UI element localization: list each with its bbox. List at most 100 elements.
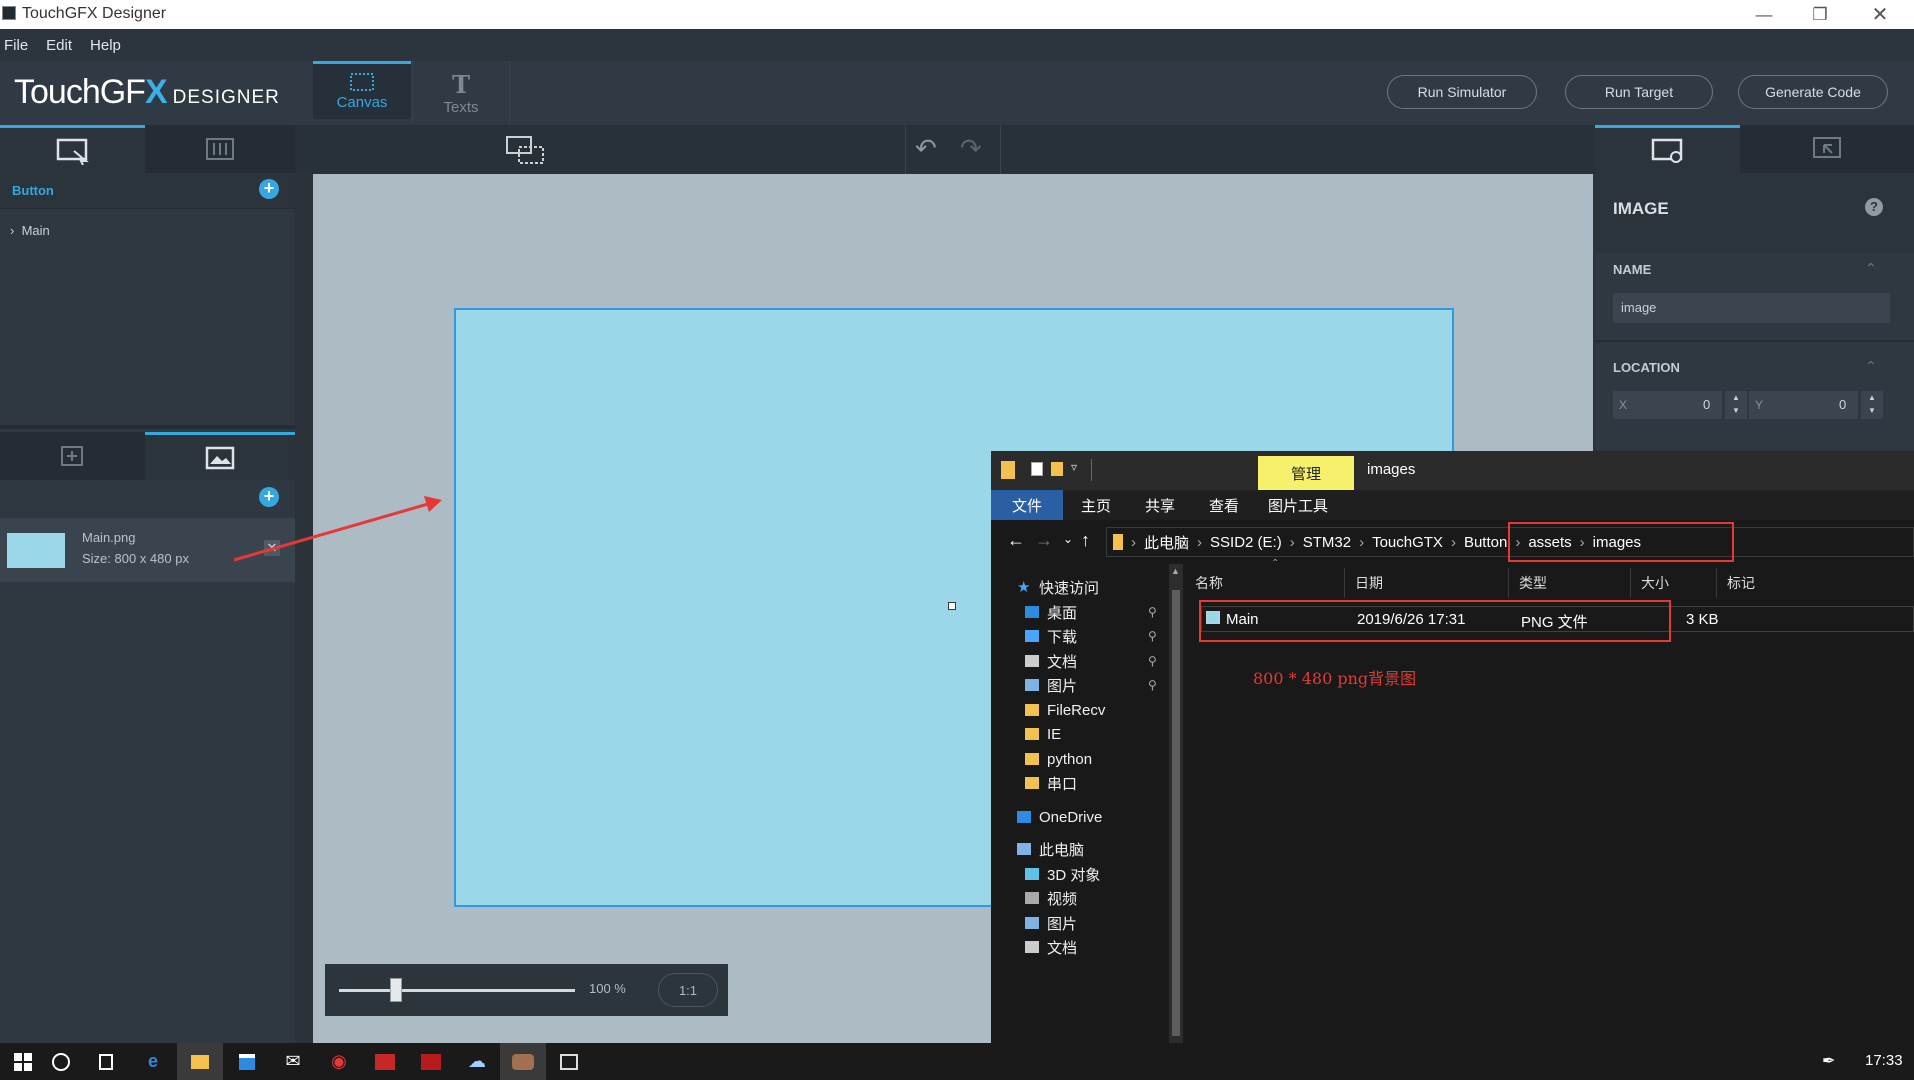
cloud-icon[interactable]: ☁ [454,1043,500,1080]
qat-dropdown-icon[interactable]: ▿ [1071,460,1077,474]
screen-layer-icon[interactable] [505,135,545,170]
tab-widgets[interactable] [0,432,145,480]
menu-edit[interactable]: Edit [46,37,72,54]
tab-screens[interactable] [0,125,145,173]
nav-item[interactable]: 3D 对象 [991,861,1169,887]
col-size[interactable]: 大小 [1631,568,1717,598]
tab-texts-label: Texts [443,99,479,116]
tab-widget-properties[interactable] [1595,125,1740,173]
edge-icon[interactable]: e [130,1043,176,1080]
properties-icon[interactable] [1031,462,1043,476]
restore-button[interactable]: ❐ [1792,0,1848,29]
nav-item[interactable]: FileRecv [991,697,1169,723]
nav-item[interactable]: 图片 ⚲ [991,672,1169,698]
name-label: NAME [1613,262,1652,277]
collapse-location-icon[interactable]: ⌃ [1865,358,1877,375]
menu-help[interactable]: Help [90,37,121,54]
crumb-button[interactable]: Button [1464,534,1507,551]
nav-item[interactable]: 串口 [991,770,1169,796]
nav-scrollbar[interactable]: ▲ [1169,564,1183,1043]
up-icon[interactable]: ↑ [1081,530,1090,551]
col-name[interactable]: 名称 [1185,568,1345,598]
nav-item[interactable]: 视频 [991,885,1169,911]
crumb-drive[interactable]: SSID2 (E:) [1210,534,1282,551]
ribbon-tab-file[interactable]: 文件 [991,490,1063,520]
forward-icon[interactable]: → [1035,530,1053,551]
image-section-header: IMAGE ? [1595,173,1914,253]
zoom-reset-button[interactable]: 1:1 [658,973,718,1007]
crumb-touchgtx[interactable]: TouchGTX [1372,534,1443,551]
nav-item-label: FileRecv [1047,701,1106,719]
pen-icon[interactable]: ✒ [1822,1051,1835,1071]
ribbon-tab-home[interactable]: 主页 [1063,495,1129,516]
collapse-name-icon[interactable]: ⌃ [1865,260,1877,277]
redo-icon[interactable]: ↷ [960,133,982,164]
x-input[interactable]: X 0 [1613,391,1722,419]
pin-icon[interactable]: ⚲ [1148,654,1157,668]
help-icon[interactable]: ? [1865,198,1883,216]
pin-icon[interactable]: ⚲ [1148,605,1157,619]
pin-icon[interactable]: ⚲ [1148,678,1157,692]
netease-music-icon[interactable]: ◉ [316,1043,362,1080]
crumb-stm32[interactable]: STM32 [1303,534,1351,551]
clock-time: 17:33 [1865,1052,1903,1069]
nav-item[interactable]: 文档 ⚲ [991,648,1169,674]
nav-item[interactable]: IE [991,721,1169,747]
nav-item[interactable]: 图片 [991,910,1169,936]
app-red-icon[interactable] [362,1043,408,1080]
nav-item[interactable]: python [991,746,1169,772]
store-icon[interactable] [224,1043,270,1080]
zoom-track[interactable] [339,989,575,992]
cube-icon [1025,868,1039,880]
tab-texts[interactable]: T Texts [412,61,510,125]
add-screen-button[interactable]: + [259,179,279,199]
tab-images[interactable] [145,432,295,480]
app-photo-icon[interactable] [500,1043,546,1080]
tab-interactions[interactable] [1740,125,1914,173]
nav-item[interactable]: 下载 ⚲ [991,623,1169,649]
tree-item-main[interactable]: › Main [10,223,50,238]
zoom-slider-thumb[interactable] [389,978,402,1002]
name-input[interactable]: image [1613,293,1890,323]
nav-item[interactable]: 此电脑 [991,836,1169,862]
image-icon [205,446,235,469]
y-stepper[interactable]: ▲ ▼ [1861,391,1883,419]
search-icon[interactable] [38,1043,84,1080]
undo-icon[interactable]: ↶ [915,133,937,164]
nav-item[interactable]: 文档 [991,934,1169,960]
explorer-ribbon: 文件 主页 共享 查看 图片工具 [991,490,1914,520]
nav-item-label: 快速访问 [1039,579,1100,597]
ribbon-tab-view[interactable]: 查看 [1191,495,1257,516]
close-button[interactable]: ✕ [1852,0,1908,29]
app-atk-icon[interactable] [408,1043,454,1080]
manage-tab[interactable]: 管理 [1258,456,1354,490]
task-view-icon[interactable] [83,1043,129,1080]
pin-icon[interactable]: ⚲ [1148,629,1157,643]
ribbon-tab-picture-tools[interactable]: 图片工具 [1257,495,1339,516]
col-tags[interactable]: 标记 [1717,568,1914,598]
canvas-toolbar: ↶ ↷ [295,125,1595,174]
tab-canvas[interactable]: Canvas [313,61,411,119]
x-stepper[interactable]: ▲ ▼ [1725,391,1747,419]
generate-code-button[interactable]: Generate Code [1738,75,1888,109]
recent-dropdown-icon[interactable]: ⌄ [1063,532,1073,546]
col-date[interactable]: 日期 [1345,568,1509,598]
col-type[interactable]: 类型 [1509,568,1631,598]
mail-icon[interactable]: ✉ [270,1043,316,1080]
selection-handle[interactable] [948,602,956,610]
nav-item[interactable]: OneDrive [991,804,1169,830]
nav-item[interactable]: ★ 快速访问 [991,574,1169,600]
new-folder-icon[interactable] [1051,462,1063,476]
run-target-button[interactable]: Run Target [1565,75,1713,109]
crumb-pc[interactable]: 此电脑 [1144,532,1189,553]
menu-file[interactable]: File [4,37,28,54]
ribbon-tab-share[interactable]: 共享 [1129,495,1191,516]
run-simulator-button[interactable]: Run Simulator [1387,75,1537,109]
back-icon[interactable]: ← [1007,530,1025,551]
y-input[interactable]: Y 0 [1749,391,1858,419]
file-explorer-taskbar-icon[interactable] [177,1043,223,1080]
nav-item[interactable]: 桌面 ⚲ [991,599,1169,625]
tab-properties[interactable] [145,125,295,173]
minimize-button[interactable]: — [1736,0,1792,29]
touchgfx-taskbar-icon[interactable] [546,1043,592,1080]
